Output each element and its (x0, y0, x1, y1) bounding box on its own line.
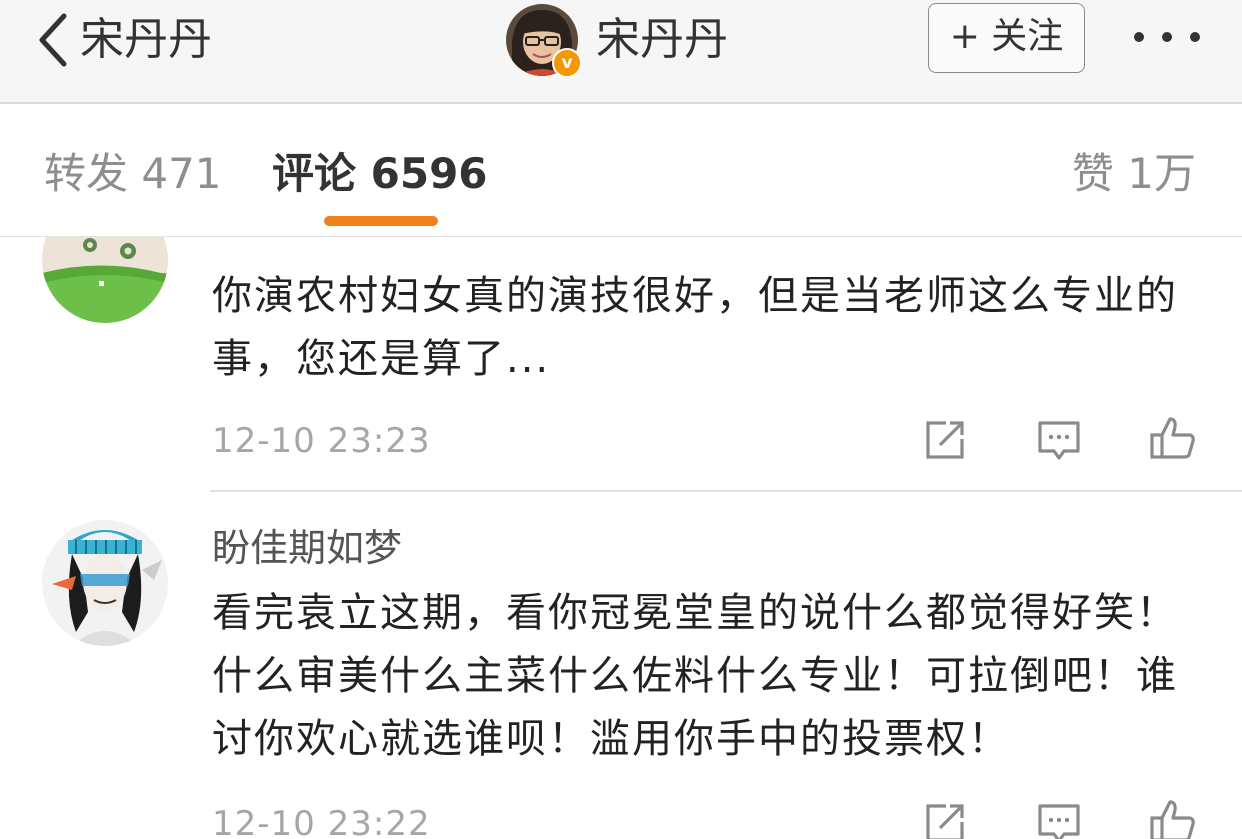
repost-icon[interactable] (920, 415, 970, 465)
like-icon[interactable] (1148, 796, 1198, 839)
verified-v-icon: v (552, 48, 582, 78)
tab-comments[interactable]: 评论 6596 (272, 146, 488, 202)
profile-name: 宋丹丹 (596, 14, 728, 65)
back-chevron-icon[interactable] (34, 10, 74, 70)
comment-time: 12-10 23:22 (212, 804, 431, 839)
commenter-name[interactable]: 盼佳期如梦 (212, 524, 402, 572)
commenter-avatar[interactable] (42, 520, 168, 646)
follow-button[interactable]: + 关注 (928, 3, 1085, 73)
comment-icon[interactable] (1034, 415, 1084, 465)
comment-divider (210, 490, 1242, 492)
comment-tabs: 转发 471 评论 6596 赞 1万 (0, 104, 1242, 237)
tab-likes[interactable]: 赞 1万 (1072, 146, 1196, 202)
comment-list: 你演农村妇女真的演技很好，但是当老师这么专业的事，您还是算了... 12-10 … (0, 237, 1242, 839)
more-dots-icon[interactable] (1126, 18, 1206, 58)
profile-avatar[interactable]: v (506, 4, 582, 78)
comment-text: 你演农村妇女真的演技很好，但是当老师这么专业的事，您还是算了... (212, 273, 1178, 382)
top-nav-bar: 宋丹丹 v 宋丹丹 + 关注 (0, 0, 1242, 104)
comment-text: 看完袁立这期，看你冠冕堂皇的说什么都觉得好笑！什么审美什么主菜什么佐料什么专业！… (212, 590, 1178, 762)
comment-icon[interactable] (1034, 798, 1084, 839)
tab-reposts[interactable]: 转发 471 (44, 146, 222, 202)
repost-icon[interactable] (920, 798, 970, 839)
comment-time: 12-10 23:23 (212, 421, 431, 461)
nav-back-title[interactable]: 宋丹丹 (80, 12, 212, 68)
commenter-avatar[interactable] (42, 237, 168, 323)
active-tab-indicator (324, 216, 438, 226)
like-icon[interactable] (1148, 413, 1198, 463)
